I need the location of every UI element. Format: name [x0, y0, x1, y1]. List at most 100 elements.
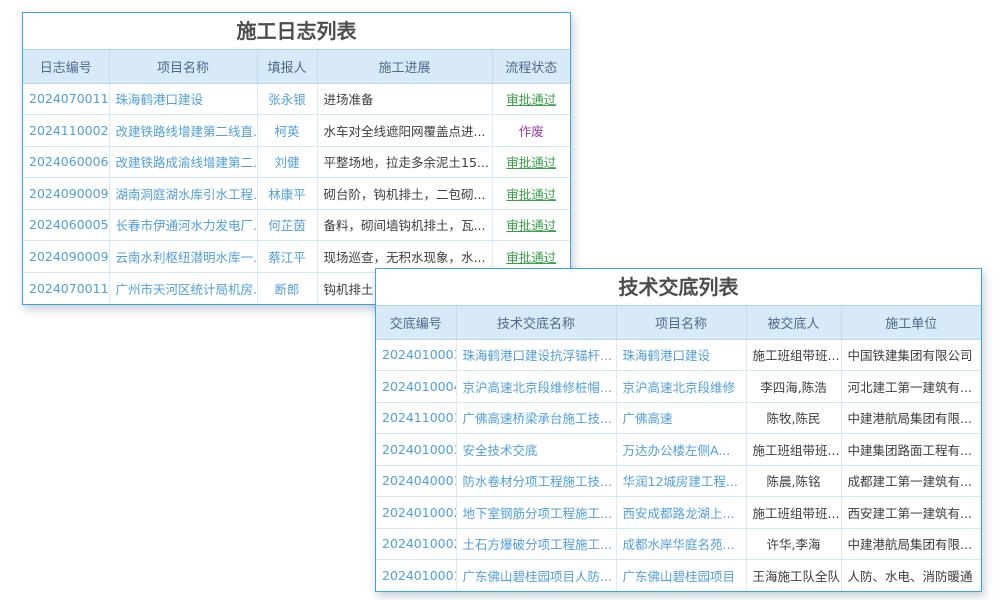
- table-header-row: 日志编号项目名称填报人施工进展流程状态: [23, 50, 570, 83]
- reporter-link[interactable]: 张永银: [257, 83, 317, 115]
- status-link[interactable]: 审批通过: [492, 83, 570, 115]
- receiver-text: 施工班组带班...: [746, 497, 841, 529]
- project-name-link[interactable]: 华润12城房建工程...: [616, 465, 746, 497]
- progress-text: 备料，砌间墙钩机排土，瓦...: [317, 209, 492, 241]
- disclosure-name-link[interactable]: 京沪高速北京段维修桩帽...: [456, 371, 616, 403]
- receiver-text: 许华,李海: [746, 528, 841, 560]
- project-name-link[interactable]: 万达办公楼左侧A...: [616, 434, 746, 466]
- column-header: 项目名称: [109, 50, 257, 83]
- progress-text: 平整场地，拉走多余泥土15...: [317, 146, 492, 178]
- unit-text: 河北建工第一建筑有...: [841, 371, 981, 403]
- column-header: 被交底人: [746, 306, 841, 339]
- column-header: 技术交底名称: [456, 306, 616, 339]
- status-link[interactable]: 作废: [492, 115, 570, 147]
- construction-log-table: 日志编号项目名称填报人施工进展流程状态 2024070011珠海鹤港口建设张永银…: [23, 50, 570, 304]
- column-header: 填报人: [257, 50, 317, 83]
- status-link[interactable]: 审批通过: [492, 209, 570, 241]
- project-name-link[interactable]: 广佛高速: [616, 402, 746, 434]
- column-header: 项目名称: [616, 306, 746, 339]
- project-name-link[interactable]: 成都水岸华庭名苑...: [616, 528, 746, 560]
- receiver-text: 施工班组带班...: [746, 434, 841, 466]
- disclosure-id-link[interactable]: 2024010004: [376, 371, 456, 403]
- page-background: 施工日志列表 日志编号项目名称填报人施工进展流程状态 2024070011珠海鹤…: [0, 0, 1000, 600]
- disclosure-name-link[interactable]: 地下室钢筋分项工程施工...: [456, 497, 616, 529]
- project-name-link[interactable]: 湖南洞庭湖水库引水工程...: [109, 178, 257, 210]
- disclosure-id-link[interactable]: 2024010001: [376, 560, 456, 592]
- table-row: 2024010001广东佛山碧桂园项目人防...广东佛山碧桂园项目王海施工队全队…: [376, 560, 981, 592]
- project-name-link[interactable]: 珠海鹤港口建设: [616, 339, 746, 371]
- construction-log-panel: 施工日志列表 日志编号项目名称填报人施工进展流程状态 2024070011珠海鹤…: [22, 12, 571, 305]
- table-row: 2024110002改建铁路线增建第二线直...柯英水车对全线遮阳网覆盖点进..…: [23, 115, 570, 147]
- disclosure-id-link[interactable]: 2024010003: [376, 339, 456, 371]
- receiver-text: 李四海,陈浩: [746, 371, 841, 403]
- log-id-link[interactable]: 2024110002: [23, 115, 109, 147]
- construction-log-title: 施工日志列表: [23, 13, 570, 50]
- unit-text: 西安建工第一建筑有...: [841, 497, 981, 529]
- table-row: 2024010003安全技术交底万达办公楼左侧A...施工班组带班...中建集团…: [376, 434, 981, 466]
- disclosure-name-link[interactable]: 广佛高速桥梁承台施工技...: [456, 402, 616, 434]
- project-name-link[interactable]: 长春市伊通河水力发电厂...: [109, 209, 257, 241]
- table-row: 2024040001防水卷材分项工程施工技...华润12城房建工程...陈晨,陈…: [376, 465, 981, 497]
- reporter-link[interactable]: 林康平: [257, 178, 317, 210]
- reporter-link[interactable]: 何芷茵: [257, 209, 317, 241]
- log-id-link[interactable]: 2024070011: [23, 272, 109, 304]
- reporter-link[interactable]: 蔡江平: [257, 241, 317, 273]
- table-row: 2024010002土石方爆破分项工程施工...成都水岸华庭名苑...许华,李海…: [376, 528, 981, 560]
- tech-disclosure-panel: 技术交底列表 交底编号技术交底名称项目名称被交底人施工单位 2024010003…: [375, 268, 982, 592]
- reporter-link[interactable]: 柯英: [257, 115, 317, 147]
- project-name-link[interactable]: 改建铁路线增建第二线直...: [109, 115, 257, 147]
- receiver-text: 王海施工队全队: [746, 560, 841, 592]
- status-link[interactable]: 审批通过: [492, 178, 570, 210]
- unit-text: 中建集团路面工程有...: [841, 434, 981, 466]
- tech-disclosure-title: 技术交底列表: [376, 269, 981, 306]
- disclosure-id-link[interactable]: 2024010002: [376, 528, 456, 560]
- disclosure-id-link[interactable]: 2024040001: [376, 465, 456, 497]
- table-row: 2024060005长春市伊通河水力发电厂...何芷茵备料，砌间墙钩机排土，瓦.…: [23, 209, 570, 241]
- reporter-link[interactable]: 断郎: [257, 272, 317, 304]
- project-name-link[interactable]: 西安成都路龙湖上...: [616, 497, 746, 529]
- receiver-text: 施工班组带班...: [746, 339, 841, 371]
- log-id-link[interactable]: 2024060006: [23, 146, 109, 178]
- log-id-link[interactable]: 2024090009: [23, 241, 109, 273]
- project-name-link[interactable]: 京沪高速北京段维修: [616, 371, 746, 403]
- column-header: 交底编号: [376, 306, 456, 339]
- disclosure-name-link[interactable]: 广东佛山碧桂园项目人防...: [456, 560, 616, 592]
- disclosure-id-link[interactable]: 2024010003: [376, 434, 456, 466]
- table-row: 2024010002地下室钢筋分项工程施工...西安成都路龙湖上...施工班组带…: [376, 497, 981, 529]
- tech-disclosure-table: 交底编号技术交底名称项目名称被交底人施工单位 2024010003珠海鹤港口建设…: [376, 306, 981, 591]
- column-header: 流程状态: [492, 50, 570, 83]
- disclosure-id-link[interactable]: 2024110001: [376, 402, 456, 434]
- column-header: 施工进展: [317, 50, 492, 83]
- table-row: 2024060006改建铁路成渝线增建第二...刘健平整场地，拉走多余泥土15.…: [23, 146, 570, 178]
- unit-text: 中建港航局集团有限...: [841, 528, 981, 560]
- progress-text: 进场准备: [317, 83, 492, 115]
- column-header: 日志编号: [23, 50, 109, 83]
- progress-text: 砌台阶，钩机排土，二包砌...: [317, 178, 492, 210]
- table-row: 2024090009湖南洞庭湖水库引水工程...林康平砌台阶，钩机排土，二包砌.…: [23, 178, 570, 210]
- column-header: 施工单位: [841, 306, 981, 339]
- project-name-link[interactable]: 广州市天河区统计局机房...: [109, 272, 257, 304]
- status-link[interactable]: 审批通过: [492, 146, 570, 178]
- table-row: 2024110001广佛高速桥梁承台施工技...广佛高速陈牧,陈民中建港航局集团…: [376, 402, 981, 434]
- table-row: 2024070011珠海鹤港口建设张永银进场准备审批通过: [23, 83, 570, 115]
- progress-text: 水车对全线遮阳网覆盖点进...: [317, 115, 492, 147]
- receiver-text: 陈晨,陈铭: [746, 465, 841, 497]
- reporter-link[interactable]: 刘健: [257, 146, 317, 178]
- disclosure-name-link[interactable]: 防水卷材分项工程施工技...: [456, 465, 616, 497]
- project-name-link[interactable]: 珠海鹤港口建设: [109, 83, 257, 115]
- disclosure-name-link[interactable]: 安全技术交底: [456, 434, 616, 466]
- receiver-text: 陈牧,陈民: [746, 402, 841, 434]
- project-name-link[interactable]: 广东佛山碧桂园项目: [616, 560, 746, 592]
- disclosure-name-link[interactable]: 土石方爆破分项工程施工...: [456, 528, 616, 560]
- table-row: 2024010003珠海鹤港口建设抗浮锚杆...珠海鹤港口建设施工班组带班...…: [376, 339, 981, 371]
- unit-text: 中建港航局集团有限...: [841, 402, 981, 434]
- log-id-link[interactable]: 2024090009: [23, 178, 109, 210]
- table-row: 2024010004京沪高速北京段维修桩帽...京沪高速北京段维修李四海,陈浩河…: [376, 371, 981, 403]
- disclosure-id-link[interactable]: 2024010002: [376, 497, 456, 529]
- disclosure-name-link[interactable]: 珠海鹤港口建设抗浮锚杆...: [456, 339, 616, 371]
- project-name-link[interactable]: 改建铁路成渝线增建第二...: [109, 146, 257, 178]
- log-id-link[interactable]: 2024070011: [23, 83, 109, 115]
- log-id-link[interactable]: 2024060005: [23, 209, 109, 241]
- unit-text: 成都建工第一建筑有...: [841, 465, 981, 497]
- project-name-link[interactable]: 云南水利枢纽潜明水库一...: [109, 241, 257, 273]
